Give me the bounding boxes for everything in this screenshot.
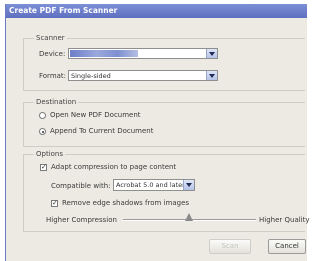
slider-high-label: Higher Quality xyxy=(259,216,310,224)
create-pdf-dialog: Create PDF From Scanner Scanner Device: … xyxy=(5,4,310,261)
scanner-group-label: Scanner xyxy=(34,34,67,42)
dialog-title: Create PDF From Scanner xyxy=(9,6,118,15)
options-group-label: Options xyxy=(34,150,66,158)
adapt-compression-label[interactable]: Adapt compression to page content xyxy=(51,163,176,171)
destination-group-label: Destination xyxy=(34,98,79,106)
device-label: Device: xyxy=(39,50,66,58)
append-current-document-radio[interactable] xyxy=(39,128,46,135)
scan-button[interactable]: Scan xyxy=(209,239,251,254)
format-select[interactable]: Single-sided xyxy=(68,70,218,81)
quality-slider-thumb[interactable] xyxy=(185,213,193,221)
remove-edge-shadows-checkbox[interactable]: ✓ xyxy=(51,200,58,207)
open-new-document-label[interactable]: Open New PDF Document xyxy=(50,111,141,119)
slider-low-label: Higher Compression xyxy=(46,216,117,224)
device-select[interactable] xyxy=(68,48,218,59)
destination-group: Destination xyxy=(23,98,305,147)
format-label: Format: xyxy=(39,72,67,80)
remove-edge-shadows-label[interactable]: Remove edge shadows from images xyxy=(62,199,189,207)
compatible-with-value: Acrobat 5.0 and later xyxy=(116,181,185,189)
compatible-with-label: Compatible with: xyxy=(51,182,111,190)
open-new-document-radio[interactable] xyxy=(39,112,46,119)
chevron-down-icon[interactable] xyxy=(206,49,217,58)
chevron-down-icon[interactable] xyxy=(183,180,194,190)
scanner-group: Scanner xyxy=(23,34,305,91)
append-current-document-label[interactable]: Append To Current Document xyxy=(50,127,153,135)
adapt-compression-checkbox[interactable]: ✓ xyxy=(40,164,47,171)
chevron-down-icon[interactable] xyxy=(206,71,217,80)
compatible-with-select[interactable]: Acrobat 5.0 and later xyxy=(113,179,195,191)
device-value-redacted xyxy=(70,50,138,57)
format-value: Single-sided xyxy=(71,72,111,80)
cancel-button[interactable]: Cancel xyxy=(268,239,306,254)
title-bar[interactable]: Create PDF From Scanner xyxy=(6,4,307,18)
